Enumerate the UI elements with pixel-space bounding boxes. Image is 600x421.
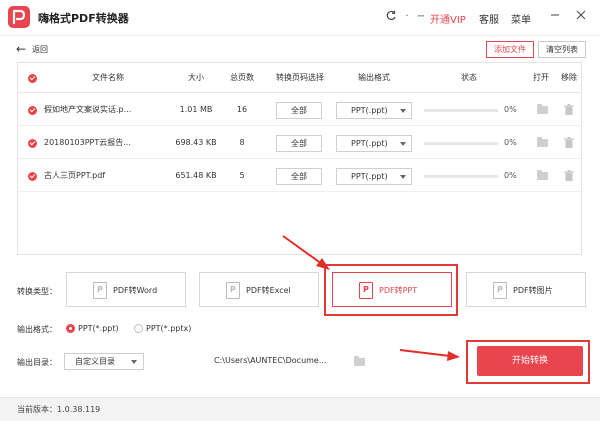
chevron-down-icon	[131, 360, 137, 364]
trash-icon[interactable]	[564, 137, 574, 148]
table-row[interactable]: 20180103PPT云报告... 698.43 KB 8 全部 PPT(.pp…	[18, 127, 581, 159]
page-range-button[interactable]: 全部	[276, 135, 322, 152]
table-header: 文件名称 大小 总页数 转换页码选择 输出格式 状态 打开 移除	[18, 63, 581, 93]
radio-dot	[134, 324, 143, 333]
minus-icon[interactable]: −	[414, 10, 428, 24]
file-size: 698.43 KB	[175, 138, 217, 147]
file-pages: 5	[239, 171, 245, 180]
format-select[interactable]: PPT(.ppt)	[336, 102, 412, 119]
col-remove: 移除	[561, 73, 577, 82]
customer-service-link[interactable]: 客服	[479, 11, 499, 26]
col-output-format: 输出格式	[358, 73, 390, 82]
format-value: PPT(.ppt)	[351, 106, 388, 115]
type-card-pdf-image[interactable]: PDF转图片	[466, 272, 586, 307]
folder-icon[interactable]	[354, 356, 365, 366]
back-label: 返回	[32, 44, 49, 54]
folder-icon[interactable]	[537, 170, 548, 180]
conversion-type-label: 转换类型：	[17, 287, 57, 296]
add-file-button[interactable]: 添加文件	[486, 41, 534, 58]
format-select[interactable]: PPT(.ppt)	[336, 168, 412, 185]
page-range-button[interactable]: 全部	[276, 168, 322, 185]
radio-dot	[66, 324, 75, 333]
type-card-label: PDF转Excel	[246, 286, 291, 295]
radio-ppt-label: PPT(*.ppt)	[78, 324, 119, 333]
progress-percent: 0%	[504, 138, 517, 147]
col-open: 打开	[533, 73, 549, 82]
progress-bar	[424, 142, 498, 145]
selection-highlight	[324, 264, 458, 316]
close-icon[interactable]	[574, 10, 588, 24]
dot-icon: ·	[405, 11, 409, 22]
menu-link[interactable]: 菜单	[511, 11, 531, 26]
radio-pptx[interactable]: PPT(*.pptx)	[134, 324, 191, 333]
file-table: 文件名称 大小 总页数 转换页码选择 输出格式 状态 打开 移除 假如地产文案说…	[17, 62, 582, 255]
col-pages: 总页数	[230, 73, 254, 82]
chevron-down-icon	[400, 175, 406, 179]
col-size: 大小	[188, 73, 204, 82]
page-range-button[interactable]: 全部	[276, 102, 322, 119]
output-dir-value: 自定义目录	[75, 357, 115, 366]
radio-pptx-label: PPT(*.pptx)	[146, 324, 192, 333]
file-name: 古人三页PPT.pdf	[44, 171, 106, 180]
clear-list-button[interactable]: 清空列表	[538, 41, 586, 58]
format-select[interactable]: PPT(.ppt)	[336, 135, 412, 152]
app-title: 嗨格式PDF转换器	[38, 12, 129, 25]
output-dir-path: C:\Users\AUNTEC\Docume...	[214, 356, 327, 365]
type-card-pdf-word[interactable]: PDF转Word	[66, 272, 186, 307]
chevron-down-icon	[400, 142, 406, 146]
output-format-label: 输出格式：	[17, 325, 57, 334]
row-checkbox[interactable]	[28, 106, 37, 115]
trash-icon[interactable]	[564, 170, 574, 181]
app-logo-icon	[8, 6, 30, 28]
output-dir-label: 输出目录：	[17, 358, 57, 367]
pdf-file-icon	[226, 282, 240, 299]
trash-icon[interactable]	[564, 104, 574, 115]
arrow-left-icon: ←	[16, 42, 27, 56]
radio-ppt[interactable]: PPT(*.ppt)	[66, 324, 119, 333]
start-convert-button[interactable]: 开始转换	[477, 346, 583, 376]
select-all-checkbox[interactable]	[28, 74, 37, 83]
row-checkbox[interactable]	[28, 139, 37, 148]
type-card-label: PDF转Word	[113, 286, 158, 295]
vip-link[interactable]: 开通VIP	[430, 11, 466, 26]
file-name: 20180103PPT云报告...	[44, 138, 131, 147]
pdf-file-icon	[93, 282, 107, 299]
format-value: PPT(.ppt)	[351, 139, 388, 148]
title-bar: 嗨格式PDF转换器 · − 开通VIP 客服 菜单	[0, 0, 600, 36]
file-size: 1.01 MB	[179, 105, 213, 114]
progress-percent: 0%	[504, 171, 517, 180]
file-name: 假如地产文案说实话.p...	[44, 105, 132, 114]
status-bar: 当前版本：1.0.38.119	[0, 397, 600, 421]
pdf-file-icon	[493, 282, 507, 299]
table-row[interactable]: 古人三页PPT.pdf 651.48 KB 5 全部 PPT(.ppt) 0%	[18, 160, 581, 192]
col-status: 状态	[461, 73, 477, 82]
file-size: 651.48 KB	[175, 171, 217, 180]
progress-bar	[424, 175, 498, 178]
file-pages: 8	[239, 138, 245, 147]
folder-icon[interactable]	[537, 137, 548, 147]
chevron-down-icon	[400, 109, 406, 113]
minimize-icon[interactable]	[548, 10, 562, 24]
back-button[interactable]: ← 返回	[16, 42, 48, 56]
col-name: 文件名称	[92, 73, 124, 82]
output-dir-select[interactable]: 自定义目录	[64, 353, 144, 370]
format-value: PPT(.ppt)	[351, 172, 388, 181]
type-card-pdf-excel[interactable]: PDF转Excel	[199, 272, 319, 307]
progress-percent: 0%	[504, 105, 517, 114]
folder-icon[interactable]	[537, 104, 548, 114]
row-checkbox[interactable]	[28, 172, 37, 181]
progress-bar	[424, 109, 498, 112]
arrow-to-start-icon	[399, 349, 460, 361]
table-row[interactable]: 假如地产文案说实话.p... 1.01 MB 16 全部 PPT(.ppt) 0…	[18, 94, 581, 126]
version-text: 当前版本：1.0.38.119	[17, 405, 101, 414]
refresh-icon[interactable]	[384, 10, 398, 24]
col-page-select: 转换页码选择	[276, 73, 324, 82]
file-pages: 16	[236, 105, 248, 114]
type-card-label: PDF转图片	[513, 286, 553, 295]
